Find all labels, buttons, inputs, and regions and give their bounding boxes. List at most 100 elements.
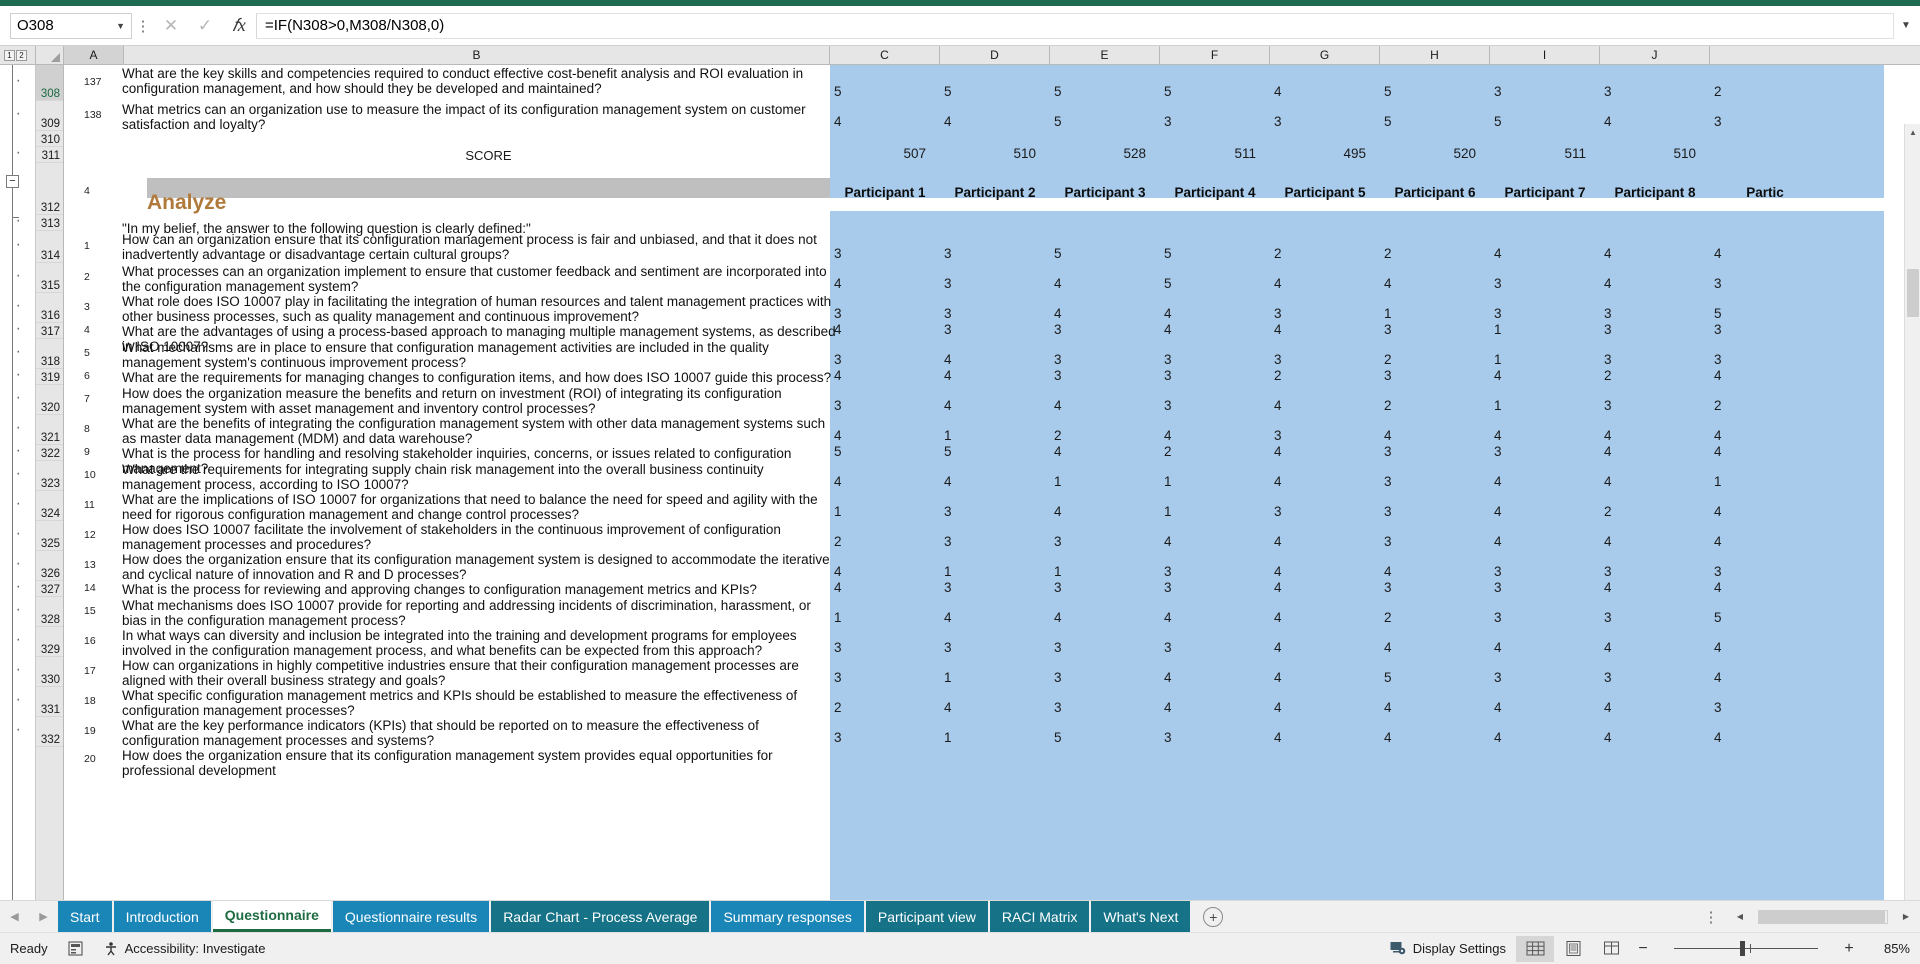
data-cell[interactable]: 3 — [1714, 114, 1722, 129]
data-cell[interactable]: 5 — [1164, 246, 1172, 261]
row-header-313[interactable]: 313 — [36, 215, 63, 231]
data-cell[interactable]: 4 — [1714, 504, 1722, 519]
data-cell[interactable]: 3 — [1384, 580, 1392, 595]
data-cell[interactable]: 4 — [1494, 504, 1502, 519]
data-cell[interactable]: 4 — [1054, 444, 1062, 459]
sheet-tab-what-s-next[interactable]: What's Next — [1091, 901, 1191, 932]
zoom-slider-thumb[interactable] — [1740, 941, 1745, 956]
data-cell[interactable]: 3 — [1274, 504, 1282, 519]
data-cell[interactable]: 4 — [1604, 640, 1612, 655]
data-cell[interactable]: 4 — [1604, 114, 1612, 129]
data-cell[interactable]: 5 — [1494, 114, 1502, 129]
data-cell[interactable]: 2 — [1164, 444, 1172, 459]
data-cell[interactable]: 4 — [1274, 398, 1282, 413]
data-cell[interactable]: 3 — [1164, 730, 1172, 745]
name-box[interactable]: O308 ▼ — [10, 12, 132, 39]
view-normal-button[interactable] — [1516, 935, 1554, 962]
data-cell[interactable]: 510 — [940, 146, 1036, 161]
data-cell[interactable]: 4 — [1494, 246, 1502, 261]
row-header-315[interactable]: 315 — [36, 263, 63, 293]
data-cell[interactable]: 1 — [1164, 504, 1172, 519]
row-header-309[interactable]: 309 — [36, 101, 63, 131]
data-cell[interactable]: 4 — [944, 474, 952, 489]
view-page-layout-button[interactable] — [1554, 936, 1592, 962]
formula-input[interactable]: =IF(N308>0,M308/N308,0) — [256, 12, 1894, 39]
data-cell[interactable]: 3 — [1604, 352, 1612, 367]
data-cell[interactable]: 2 — [1714, 398, 1722, 413]
data-cell[interactable]: 4 — [1604, 730, 1612, 745]
data-cell[interactable]: 4 — [944, 368, 952, 383]
sheet-tab-participant-view[interactable]: Participant view — [865, 901, 988, 932]
accessibility-status[interactable]: Accessibility: Investigate — [93, 941, 276, 957]
data-cell[interactable]: 507 — [830, 146, 926, 161]
data-cell[interactable]: 3 — [1714, 352, 1722, 367]
data-cell[interactable]: 3 — [1494, 564, 1502, 579]
sheet-tab-raci-matrix[interactable]: RACI Matrix — [989, 901, 1090, 932]
data-cell[interactable]: 4 — [1714, 444, 1722, 459]
data-cell[interactable]: 3 — [1494, 610, 1502, 625]
data-cell[interactable]: 4 — [1274, 730, 1282, 745]
column-header-h[interactable]: H — [1380, 46, 1490, 64]
data-cell[interactable]: 3 — [944, 580, 952, 595]
row-header-329[interactable]: 329 — [36, 627, 63, 657]
data-cell[interactable]: 4 — [1604, 534, 1612, 549]
outline-level-buttons[interactable]: 1 2 — [0, 46, 36, 64]
data-cell[interactable]: 1 — [834, 504, 842, 519]
data-cell[interactable]: 4 — [1274, 700, 1282, 715]
data-cell[interactable]: 3 — [944, 534, 952, 549]
data-cell[interactable]: 495 — [1270, 146, 1366, 161]
data-cell[interactable]: 4 — [1164, 428, 1172, 443]
confirm-edit-icon[interactable]: ✓ — [188, 16, 222, 36]
data-cell[interactable]: 3 — [1714, 276, 1722, 291]
column-header-j[interactable]: J — [1600, 46, 1710, 64]
data-cell[interactable]: 2 — [1054, 428, 1062, 443]
vertical-scroll-thumb[interactable] — [1907, 269, 1919, 317]
column-header-f[interactable]: F — [1160, 46, 1270, 64]
column-header-d[interactable]: D — [940, 46, 1050, 64]
data-cell[interactable]: 4 — [1274, 322, 1282, 337]
data-cell[interactable]: 4 — [1274, 640, 1282, 655]
data-cell[interactable]: 1 — [1494, 398, 1502, 413]
data-cell[interactable]: 4 — [1494, 700, 1502, 715]
data-cell[interactable]: 3 — [1604, 670, 1612, 685]
macro-record-button[interactable] — [58, 941, 93, 956]
data-cell[interactable]: 4 — [834, 322, 842, 337]
data-cell[interactable]: 4 — [1054, 306, 1062, 321]
data-cell[interactable]: 4 — [1494, 640, 1502, 655]
data-cell[interactable]: 4 — [1714, 640, 1722, 655]
sheet-nav-buttons[interactable]: ◀ ▶ — [0, 901, 58, 932]
data-cell[interactable]: 5 — [1054, 114, 1062, 129]
data-cell[interactable]: 3 — [1054, 534, 1062, 549]
data-cell[interactable]: 528 — [1050, 146, 1146, 161]
data-cell[interactable]: 2 — [1604, 504, 1612, 519]
data-cell[interactable]: 4 — [1164, 700, 1172, 715]
column-header-e[interactable]: E — [1050, 46, 1160, 64]
data-cell[interactable]: 5 — [944, 84, 952, 99]
data-cell[interactable]: 4 — [1164, 610, 1172, 625]
data-cell[interactable]: 3 — [1604, 610, 1612, 625]
data-cell[interactable]: 3 — [1494, 84, 1502, 99]
display-settings-button[interactable]: Display Settings — [1380, 941, 1516, 956]
select-all-corner[interactable] — [36, 46, 64, 64]
data-cell[interactable]: 2 — [834, 700, 842, 715]
data-cell[interactable]: 4 — [1714, 670, 1722, 685]
data-cell[interactable]: 4 — [834, 114, 842, 129]
row-header-317[interactable]: 317 — [36, 323, 63, 339]
data-cell[interactable]: 2 — [1384, 352, 1392, 367]
row-header-330[interactable]: 330 — [36, 657, 63, 687]
row-header-331[interactable]: 331 — [36, 687, 63, 717]
data-cell[interactable]: 3 — [1384, 504, 1392, 519]
data-cell[interactable]: 1 — [1494, 352, 1502, 367]
data-cell[interactable]: 3 — [1164, 398, 1172, 413]
row-header-320[interactable]: 320 — [36, 385, 63, 415]
data-cell[interactable]: 4 — [1054, 398, 1062, 413]
data-cell[interactable]: 3 — [944, 246, 952, 261]
data-cell[interactable]: 3 — [1494, 306, 1502, 321]
data-cell[interactable]: 5 — [1054, 84, 1062, 99]
scroll-up-icon[interactable]: ▲ — [1905, 124, 1920, 140]
data-cell[interactable]: 3 — [834, 246, 842, 261]
view-page-break-button[interactable] — [1592, 936, 1630, 962]
data-cell[interactable]: 3 — [1384, 368, 1392, 383]
sheet-tab-introduction[interactable]: Introduction — [113, 901, 211, 932]
row-header-311[interactable]: 311 — [36, 147, 63, 163]
